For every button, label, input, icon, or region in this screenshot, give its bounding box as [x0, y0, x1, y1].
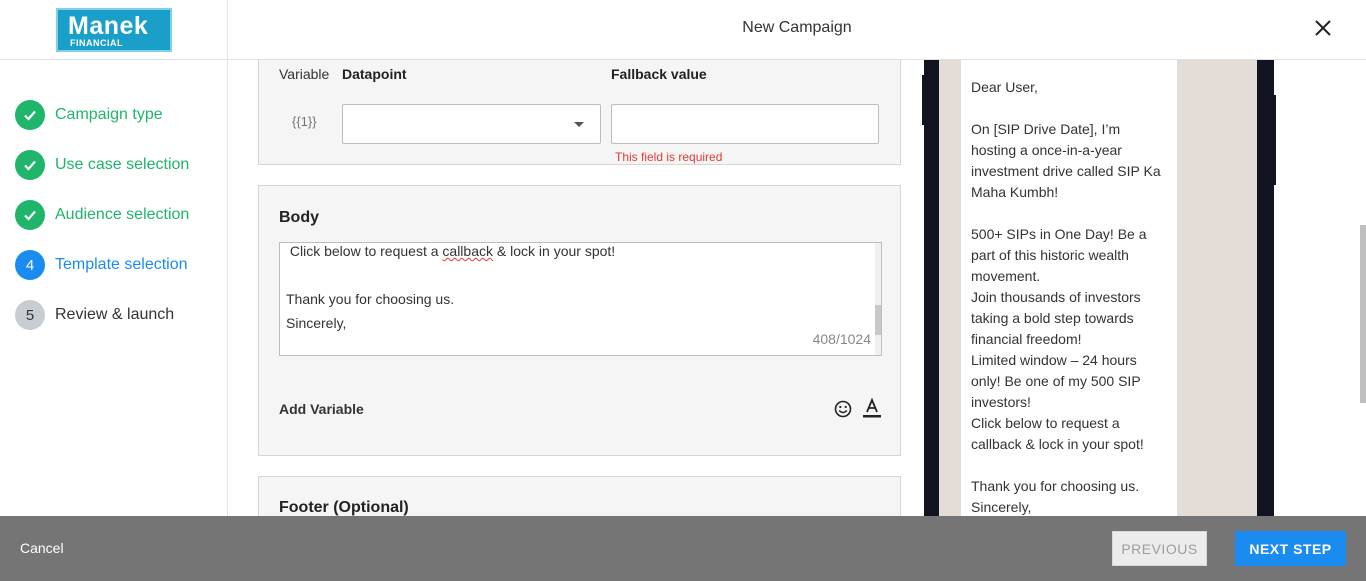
- preview-line: investment drive called SIP Ka: [971, 163, 1161, 179]
- step-use-case-selection[interactable]: Use case selection: [15, 150, 189, 180]
- step-label: Use case selection: [55, 156, 190, 173]
- message-preview-bubble: Dear User, On [SIP Drive Date], I’m host…: [961, 60, 1177, 516]
- preview-line: investors!: [971, 394, 1031, 410]
- step-number-badge: 5: [15, 300, 45, 330]
- manek-financial-logo: Manek FINANCIAL: [56, 8, 172, 52]
- preview-line: Join thousands of investors: [971, 289, 1141, 305]
- step-label: Campaign type: [55, 106, 163, 123]
- logo-main-text: Manek: [68, 12, 149, 40]
- body-text-segment: Click below to request a: [286, 243, 443, 259]
- preview-line: only! Be one of my 500 SIP: [971, 373, 1141, 389]
- body-text-line: Sincerely,: [286, 315, 347, 331]
- top-bar: Manek FINANCIAL New Campaign: [0, 0, 1366, 60]
- footer-card: Footer (Optional): [258, 476, 901, 516]
- text-format-icon[interactable]: [862, 397, 882, 419]
- body-text-line: Click below to request a callback & lock…: [286, 243, 615, 259]
- body-text-segment: & lock in your spot!: [493, 243, 616, 259]
- preview-line: Dear User,: [971, 79, 1038, 95]
- preview-line: taking a bold step towards: [971, 310, 1134, 326]
- fallback-value-input[interactable]: [611, 104, 879, 144]
- variable-column-header: Variable: [279, 66, 330, 82]
- preview-line: hosting a once-in-a-year: [971, 142, 1122, 158]
- step-label: Audience selection: [55, 206, 190, 223]
- previous-button[interactable]: PREVIOUS: [1112, 531, 1207, 566]
- spellcheck-word: callback: [442, 243, 493, 259]
- add-variable-button[interactable]: Add Variable: [279, 401, 364, 417]
- step-review-launch[interactable]: 5 Review & launch: [15, 300, 174, 330]
- emoji-icon[interactable]: [834, 400, 852, 418]
- phone-side-button: [1271, 95, 1276, 185]
- fallback-error-message: This field is required: [615, 150, 723, 164]
- preview-line: callback & lock in your spot!: [971, 436, 1144, 452]
- variables-card: Variable Datapoint Fallback value {{1}} …: [258, 60, 901, 165]
- logo-area: Manek FINANCIAL: [0, 0, 228, 60]
- variable-token: {{1}}: [292, 114, 317, 129]
- next-step-button[interactable]: NEXT STEP: [1235, 531, 1346, 566]
- body-section-title: Body: [279, 209, 319, 226]
- preview-line: Sincerely,: [971, 499, 1032, 515]
- preview-line: Thank you for choosing us.: [971, 478, 1140, 494]
- textarea-scroll-thumb[interactable]: [875, 305, 881, 335]
- bottom-action-bar: Cancel PREVIOUS NEXT STEP: [0, 516, 1366, 581]
- footer-section-title: Footer (Optional): [279, 499, 409, 516]
- body-textarea[interactable]: Click below to request a callback & lock…: [279, 242, 882, 356]
- check-icon: [15, 150, 45, 180]
- body-text-line: Thank you for choosing us.: [286, 291, 455, 307]
- logo-sub-text: FINANCIAL: [70, 38, 123, 48]
- preview-line: Limited window – 24 hours: [971, 352, 1137, 368]
- page-scrollbar[interactable]: [1360, 225, 1366, 403]
- textarea-scrollbar[interactable]: [875, 243, 881, 355]
- step-template-selection[interactable]: 4 Template selection: [15, 250, 188, 280]
- chevron-down-icon: [574, 122, 584, 127]
- cancel-button[interactable]: Cancel: [20, 540, 64, 556]
- step-label: Review & launch: [55, 306, 175, 323]
- step-label: Template selection: [55, 256, 188, 273]
- fallback-column-header: Fallback value: [611, 66, 707, 82]
- new-campaign-app: Manek FINANCIAL New Campaign Campaign ty…: [0, 0, 1366, 581]
- check-icon: [15, 100, 45, 130]
- step-campaign-type[interactable]: Campaign type: [15, 100, 163, 130]
- body-card: Body Click below to request a callback &…: [258, 185, 901, 456]
- close-icon[interactable]: [1312, 17, 1334, 39]
- preview-line: financial freedom!: [971, 331, 1082, 347]
- datapoint-column-header: Datapoint: [342, 66, 407, 82]
- preview-line: 500+ SIPs in One Day! Be a: [971, 226, 1147, 242]
- stepper-sidebar: Campaign type Use case selection Audienc…: [0, 60, 228, 516]
- check-icon: [15, 200, 45, 230]
- preview-line: Click below to request a: [971, 415, 1120, 431]
- preview-line: movement.: [971, 268, 1041, 284]
- preview-line: part of this historic wealth: [971, 247, 1129, 263]
- character-counter: 408/1024: [812, 331, 871, 347]
- page-title: New Campaign: [742, 19, 852, 36]
- step-number-badge: 4: [15, 250, 45, 280]
- preview-line: Maha Kumbh!: [971, 184, 1059, 200]
- step-audience-selection[interactable]: Audience selection: [15, 200, 189, 230]
- template-form: Variable Datapoint Fallback value {{1}} …: [228, 60, 922, 516]
- preview-line: On [SIP Drive Date], I’m: [971, 121, 1121, 137]
- datapoint-select[interactable]: [342, 104, 601, 144]
